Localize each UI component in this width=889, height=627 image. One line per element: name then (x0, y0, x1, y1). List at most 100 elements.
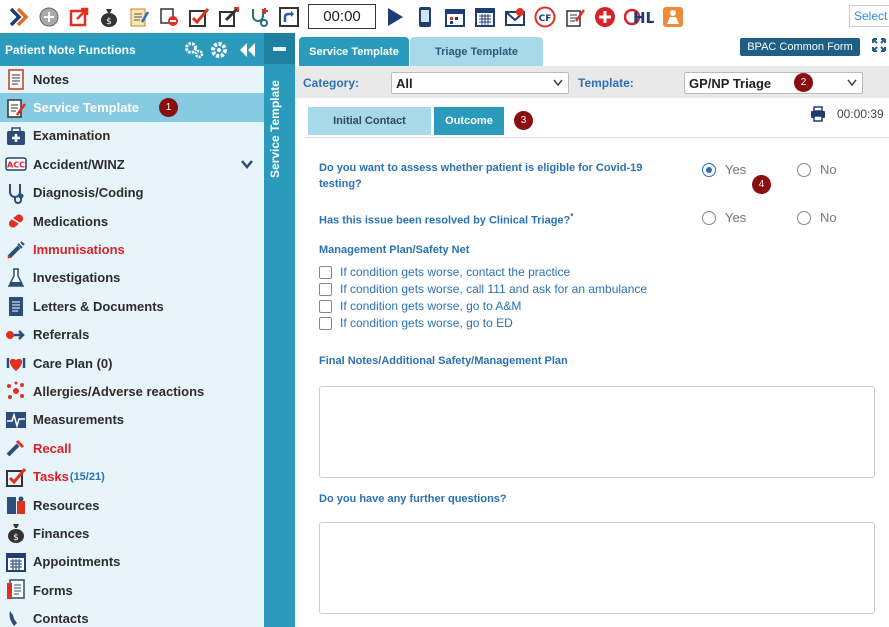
select-link[interactable]: Select (849, 5, 889, 27)
cogs-icon[interactable] (184, 40, 204, 60)
sidebar-item-appointments[interactable]: Appointments (0, 548, 264, 576)
triage-no-radio[interactable]: No (797, 210, 837, 225)
tab-service-template[interactable]: Service Template (299, 37, 409, 66)
main-content: Service Template Triage Template BPAC Co… (295, 33, 889, 627)
edit-check-icon[interactable] (218, 6, 240, 28)
checklist-icon[interactable] (188, 6, 210, 28)
checkbox-go-ed[interactable]: If condition gets worse, go to ED (319, 316, 513, 330)
management-plan-title: Management Plan/Safety Net (319, 244, 470, 256)
vertical-panel-label[interactable]: Service Template (268, 58, 282, 178)
sidebar-item-examination[interactable]: Examination (0, 122, 264, 150)
task-count: (15/21) (69, 470, 105, 483)
sidebar-title: Patient Note Functions (5, 42, 136, 57)
sidebar-item-recall[interactable]: Recall (0, 434, 264, 462)
covid-no-label: No (820, 162, 837, 177)
sidebar-item-service-template[interactable]: Service Template 1 (0, 93, 264, 122)
sidebar-item-accident-winz[interactable]: ACC Accident/WINZ (0, 150, 264, 178)
pill-icon (4, 209, 28, 233)
sidebar-item-care-plan-0[interactable]: Care Plan (0) (0, 349, 264, 377)
consult-timer: 00:00 (308, 4, 376, 29)
money-bag-icon[interactable]: $ (98, 6, 120, 28)
checkbox-contact-practice[interactable]: If condition gets worse, contact the pra… (319, 265, 570, 279)
acc-icon: ACC (4, 152, 28, 176)
gear-icon[interactable] (209, 40, 229, 60)
person-alert-icon[interactable] (662, 6, 684, 28)
final-notes-textarea[interactable] (319, 386, 875, 478)
edit-note-icon[interactable] (564, 6, 586, 28)
hl-icon[interactable]: HL (624, 6, 654, 28)
document-icon (4, 294, 28, 318)
sidebar-nav: Notes Service Template 1 Examination ACC Acci… (0, 65, 264, 627)
sidebar-item-immunisations[interactable]: Immunisations (0, 235, 264, 263)
category-select[interactable]: All (391, 72, 569, 94)
bpac-common-form-button[interactable]: BPAC Common Form (740, 38, 860, 56)
shortcut-icon[interactable] (278, 6, 300, 28)
sidebar-item-referrals[interactable]: Referrals (0, 321, 264, 349)
stethoscope-icon (4, 181, 28, 205)
triage-yes-radio[interactable]: Yes (702, 210, 746, 225)
sidebar-item-label: Contacts (33, 611, 89, 627)
medic-icon[interactable] (594, 6, 616, 28)
expand-icon[interactable] (872, 38, 886, 52)
required-marker: * (570, 212, 574, 221)
triage-yes-label: Yes (725, 210, 747, 225)
sidebar-item-tasks[interactable]: Tasks (15/21) (0, 462, 264, 490)
chevron-down-icon (553, 79, 563, 87)
calendar-icon[interactable] (474, 6, 496, 28)
sidebar-item-contacts[interactable]: Contacts (0, 604, 264, 627)
covid-yes-label: Yes (725, 162, 747, 177)
sidebar-item-label: Appointments (33, 554, 121, 570)
sidebar-item-label: Immunisations (33, 242, 125, 258)
contacts-icon (4, 607, 28, 627)
tab-initial-contact[interactable]: Initial Contact (308, 107, 431, 135)
calendar-day-icon[interactable] (444, 6, 466, 28)
covid-yes-radio[interactable]: Yes (702, 162, 746, 177)
sidebar-item-measurements[interactable]: Measurements (0, 406, 264, 434)
sidebar-item-finances[interactable]: $ Finances (0, 519, 264, 547)
tab-triage-template[interactable]: Triage Template (410, 37, 543, 66)
sidebar-item-medications[interactable]: Medications (0, 207, 264, 235)
sidebar-item-label: Accident/WINZ (33, 156, 125, 172)
export-icon[interactable] (68, 6, 90, 28)
sidebar-item-diagnosis-coding[interactable]: Diagnosis/Coding (0, 179, 264, 207)
sidebar-header: Patient Note Functions (0, 33, 264, 66)
filter-bar: Category: All Template: GP/NP Triage 2 (295, 66, 889, 98)
mobile-icon[interactable] (414, 6, 436, 28)
add-circle-icon[interactable] (38, 6, 60, 28)
annotation-badge-2: 2 (794, 73, 813, 92)
play-icon[interactable] (384, 6, 406, 28)
notepad-icon[interactable] (128, 6, 150, 28)
sidebar-item-forms[interactable]: Forms (0, 576, 264, 604)
allergy-icon (4, 379, 28, 403)
double-chevron-left-icon[interactable] (237, 40, 257, 60)
forms-icon (4, 578, 28, 602)
template-select[interactable]: GP/NP Triage (684, 72, 863, 94)
sidebar-item-notes[interactable]: Notes (0, 65, 264, 93)
svg-text:$: $ (13, 533, 19, 543)
tab-outcome[interactable]: Outcome (434, 107, 504, 135)
mail-icon[interactable] (504, 6, 526, 28)
template-value: GP/NP Triage (689, 75, 772, 91)
chevron-down-icon[interactable] (240, 157, 254, 171)
chevron-right-icon[interactable] (8, 6, 30, 28)
checkbox-label: If condition gets worse, go to A&M (340, 299, 522, 313)
sidebar-item-resources[interactable]: Resources (0, 491, 264, 519)
cf-heart-icon[interactable]: CF (534, 6, 556, 28)
sidebar-item-investigations[interactable]: Investigations (0, 264, 264, 292)
stethoscope-plus-icon[interactable] (248, 6, 270, 28)
template-tabs: Service Template Triage Template BPAC Co… (295, 33, 889, 66)
patient-record-icon[interactable] (158, 6, 180, 28)
checkbox-go-am[interactable]: If condition gets worse, go to A&M (319, 299, 521, 313)
covid-no-radio[interactable]: No (797, 162, 837, 177)
finances-icon: $ (4, 521, 28, 545)
svg-text:$: $ (106, 17, 112, 27)
sidebar-item-letters-documents[interactable]: Letters & Documents (0, 292, 264, 320)
checkbox-label: If condition gets worse, contact the pra… (340, 265, 571, 279)
flask-icon (4, 266, 28, 290)
checkbox-call-111[interactable]: If condition gets worse, call 111 and as… (319, 282, 647, 296)
further-questions-textarea[interactable] (319, 522, 875, 614)
print-icon[interactable] (810, 106, 826, 122)
sidebar-item-allergies-adverse-reactions[interactable]: Allergies/Adverse reactions (0, 377, 264, 405)
svg-text:HL: HL (633, 9, 654, 27)
svg-text:CF: CF (539, 14, 552, 24)
